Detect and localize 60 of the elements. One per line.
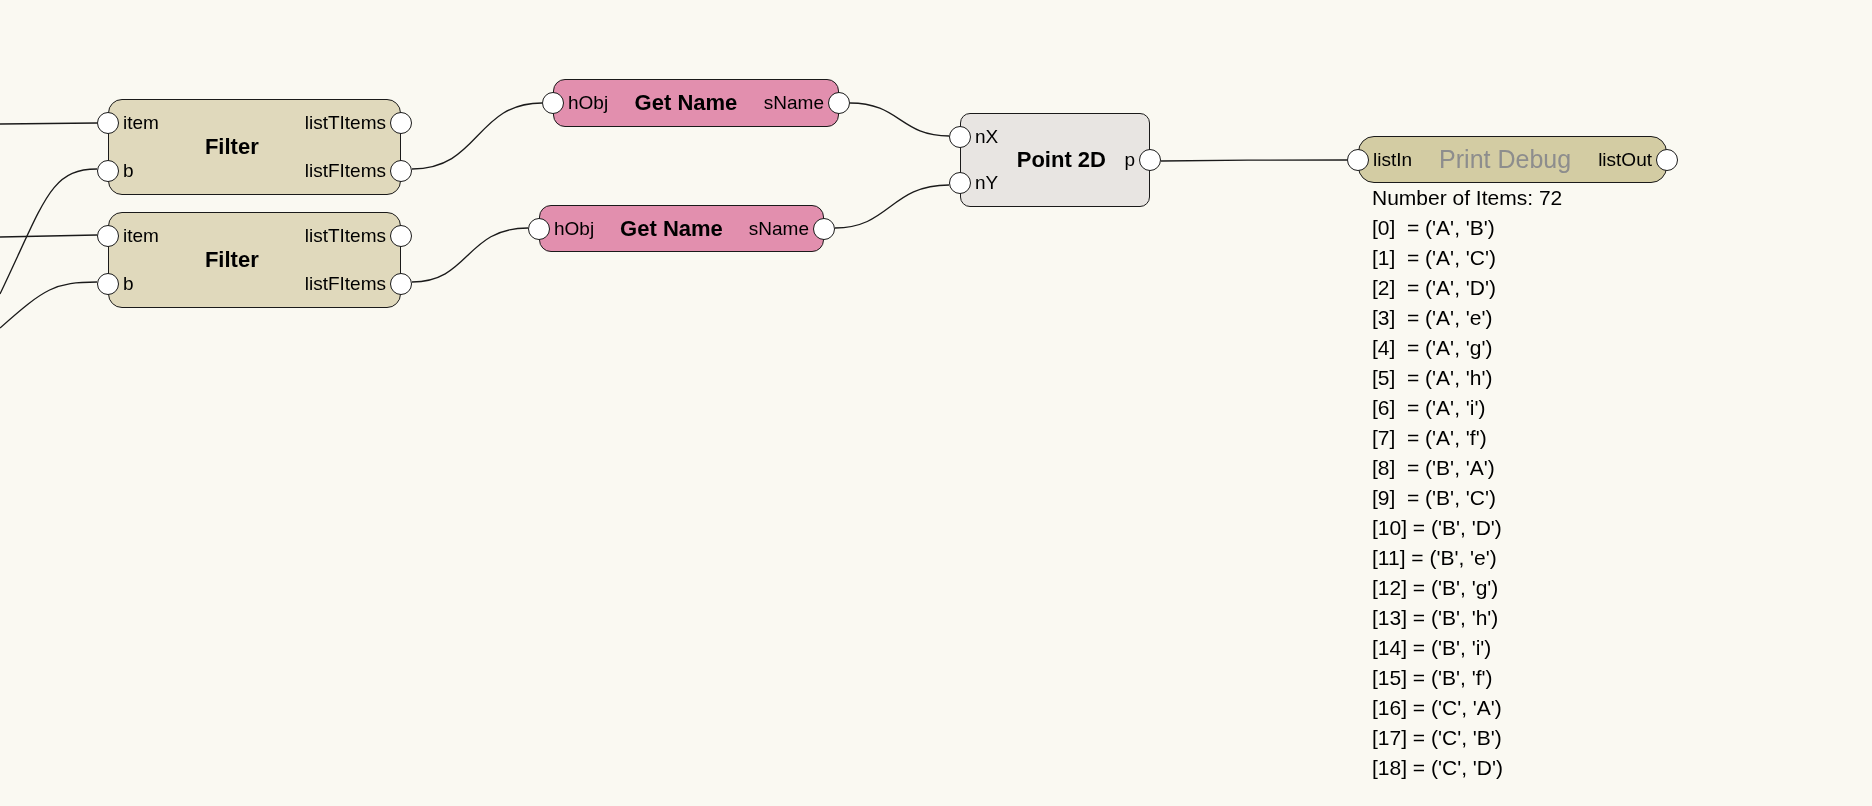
port-icon[interactable] [97, 225, 119, 247]
port-label: item [123, 225, 159, 247]
debug-output-line: [0] = ('A', 'B') [1372, 215, 1495, 241]
port-label: listOut [1598, 148, 1652, 171]
node-title: Filter [204, 249, 259, 271]
node-title: Get Name [620, 217, 723, 240]
port-icon[interactable] [949, 126, 971, 148]
port-label: hObj [568, 92, 609, 114]
port-label: sName [748, 217, 809, 240]
debug-output-line: [5] = ('A', 'h') [1372, 365, 1493, 391]
debug-output-line: [10] = ('B', 'D') [1372, 515, 1502, 541]
port-icon[interactable] [1656, 148, 1678, 171]
debug-output-line: [18] = ('C', 'D') [1372, 755, 1503, 781]
node-title: Point 2D [1016, 149, 1106, 171]
port-label: b [123, 273, 134, 295]
port-icon[interactable] [813, 217, 835, 240]
debug-output-line: [4] = ('A', 'g') [1372, 335, 1493, 361]
debug-output-line: [7] = ('A', 'f') [1372, 425, 1487, 451]
port-label: b [123, 160, 134, 182]
debug-output-line: [13] = ('B', 'h') [1372, 605, 1499, 631]
debug-output-line: [1] = ('A', 'C') [1372, 245, 1496, 271]
port-icon[interactable] [97, 273, 119, 295]
port-label: p [1124, 149, 1135, 171]
debug-output-line: [3] = ('A', 'e') [1372, 305, 1493, 331]
port-icon[interactable] [1139, 149, 1161, 171]
debug-output-line: [17] = ('C', 'B') [1372, 725, 1502, 751]
port-icon[interactable] [1347, 148, 1369, 171]
debug-output-line: [9] = ('B', 'C') [1372, 485, 1496, 511]
debug-output-line: [2] = ('A', 'D') [1372, 275, 1496, 301]
node-title: Get Name [634, 92, 738, 114]
port-icon[interactable] [542, 92, 564, 114]
port-label: item [123, 112, 159, 134]
item-count-text: Number of Items: 72 [1372, 185, 1563, 211]
node-title: Filter [204, 136, 259, 158]
port-label: sName [763, 92, 824, 114]
debug-output-line: [16] = ('C', 'A') [1372, 695, 1502, 721]
node-title: Print Debug [1439, 147, 1572, 172]
debug-output-line: [15] = ('B', 'f') [1372, 665, 1493, 691]
debug-output-line: [11] = ('B', 'e') [1372, 545, 1497, 571]
debug-output-line: [6] = ('A', 'i') [1372, 395, 1486, 421]
port-icon[interactable] [390, 225, 412, 247]
debug-output-line: [12] = ('B', 'g') [1372, 575, 1499, 601]
port-icon[interactable] [390, 160, 412, 182]
port-label: listFItems [304, 160, 386, 182]
port-icon[interactable] [528, 217, 550, 240]
port-icon[interactable] [390, 273, 412, 295]
port-label: listFItems [304, 273, 386, 295]
port-icon[interactable] [97, 112, 119, 134]
port-label: listTItems [304, 225, 386, 247]
port-label: listIn [1373, 148, 1413, 171]
port-icon[interactable] [97, 160, 119, 182]
port-label: nY [975, 172, 999, 194]
port-label: listTItems [304, 112, 386, 134]
port-label: hObj [554, 217, 595, 240]
debug-output-line: [14] = ('B', 'i') [1372, 635, 1492, 661]
port-icon[interactable] [390, 112, 412, 134]
port-label: nX [975, 126, 999, 148]
debug-output-line: [8] = ('B', 'A') [1372, 455, 1495, 481]
port-icon[interactable] [949, 172, 971, 194]
port-icon[interactable] [828, 92, 850, 114]
